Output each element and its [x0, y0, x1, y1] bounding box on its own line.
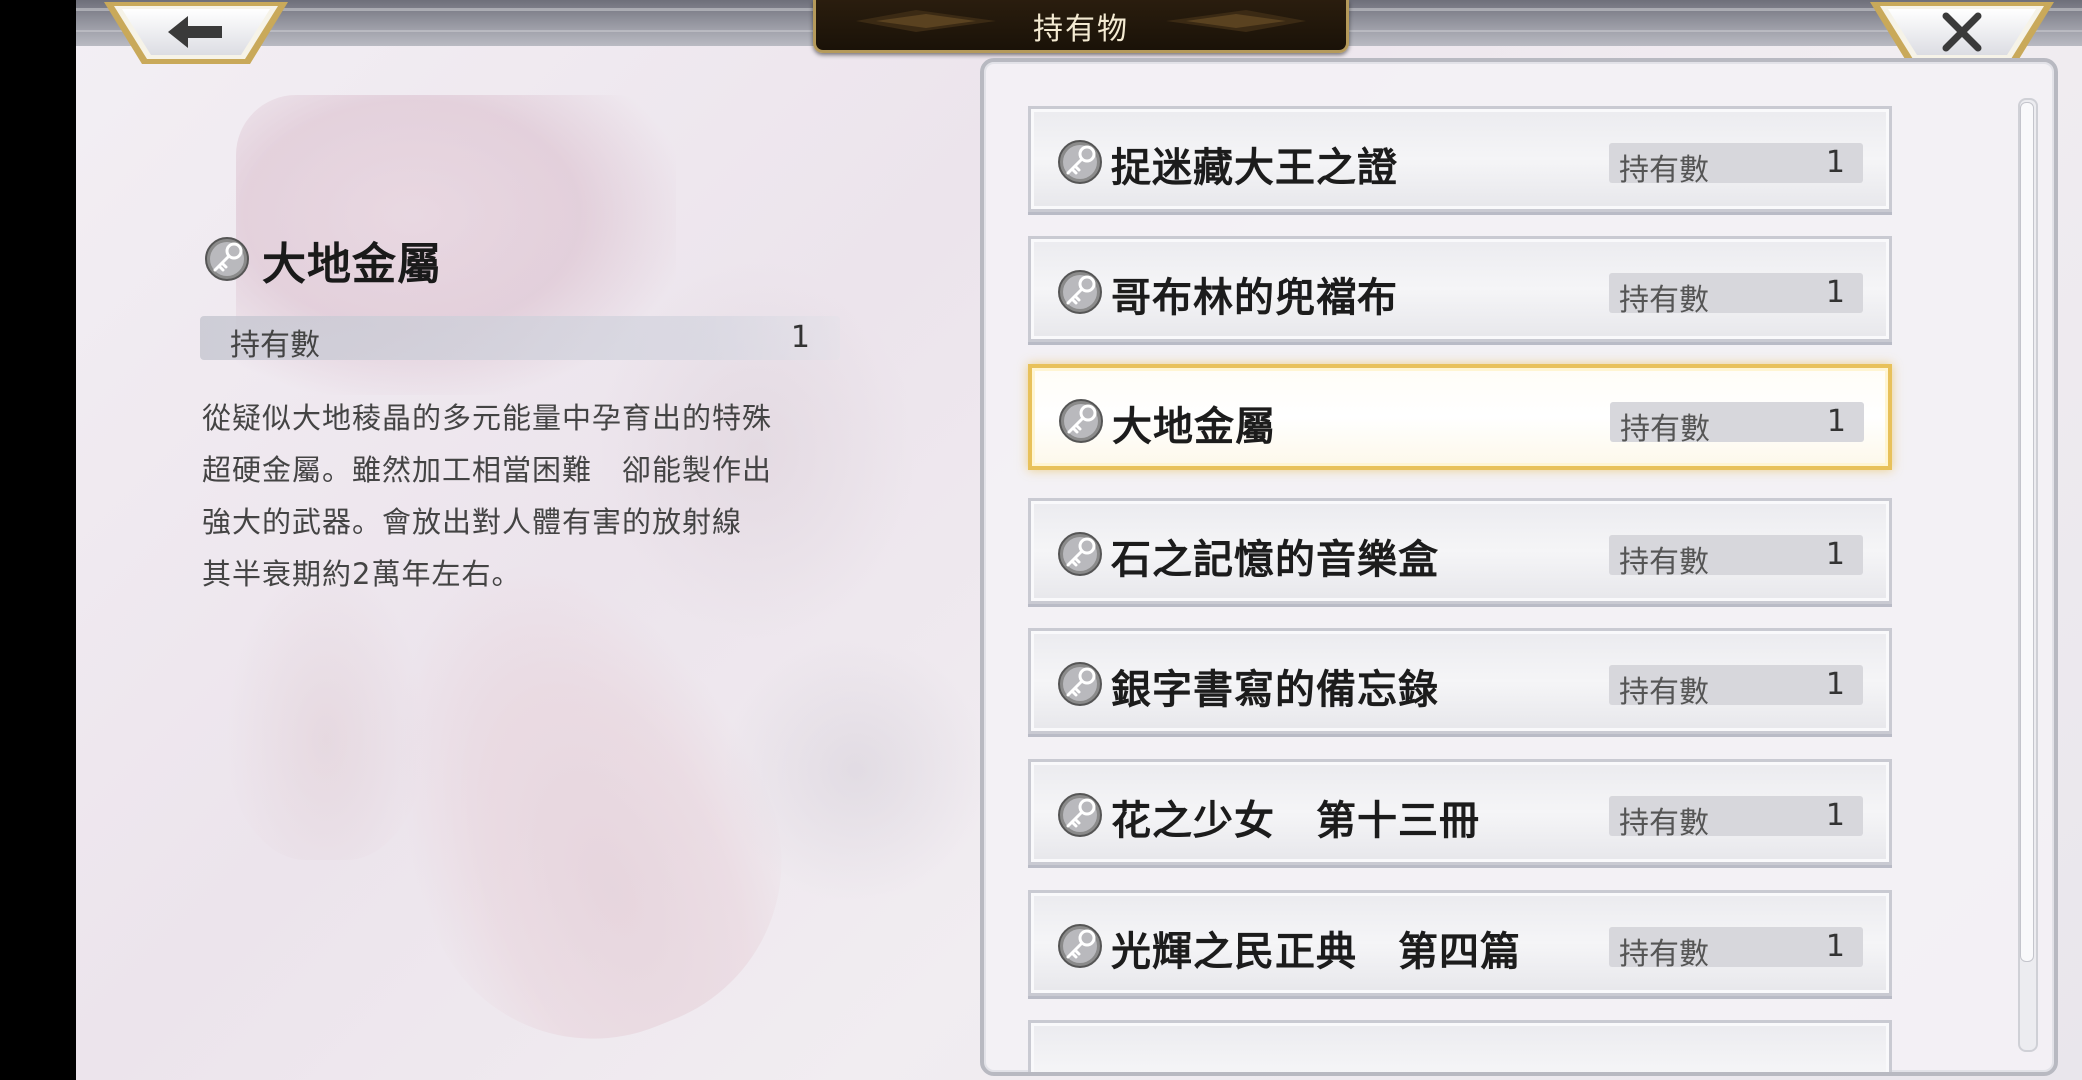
count-value: 1: [1826, 404, 1846, 439]
list-item-count-box: 持有數 1: [1609, 796, 1863, 841]
count-label: 持有數: [1619, 283, 1709, 318]
title-plate: 持有物: [813, 0, 1349, 53]
list-item-name: 捉迷藏大王之證: [1111, 144, 1398, 191]
count-label: 持有數: [1620, 412, 1710, 447]
list-item-name: 光輝之民正典 第四篇: [1111, 928, 1521, 975]
list-item-count-box: 持有數 1: [1610, 402, 1864, 447]
key-icon: [1058, 270, 1102, 314]
list-item[interactable]: 花之少女 第十三冊 持有數 1: [1028, 759, 1892, 865]
list-item-partial[interactable]: [1028, 1020, 1892, 1072]
back-button[interactable]: [100, 0, 292, 66]
key-icon: [1058, 532, 1102, 576]
list-item-count-box: 持有數 1: [1609, 143, 1863, 188]
count-value: 1: [1825, 537, 1845, 572]
item-list-panel: 捉迷藏大王之證 持有數 1 哥布林的兜襠布 持有數 1 大地金屬 持有數 1 石…: [980, 58, 2058, 1076]
selected-item-name: 大地金屬: [262, 239, 442, 290]
key-icon: [1059, 399, 1103, 443]
list-item-count-box: 持有數 1: [1609, 927, 1863, 972]
scrollbar-thumb[interactable]: [2020, 102, 2034, 962]
count-value: 1: [790, 320, 810, 355]
selected-item-count-bar: 持有數 1: [200, 316, 840, 363]
game-screen: 持有物 大地金屬 持有數 1 從疑似大地稜晶的多元能量中孕育出的特殊 超硬金屬。…: [76, 0, 2082, 1080]
description-line: 其半衰期約2萬年左右。: [202, 557, 522, 591]
count-value: 1: [1825, 798, 1845, 833]
key-icon: [1058, 793, 1102, 837]
list-item-name: 哥布林的兜襠布: [1111, 274, 1398, 321]
count-value: 1: [1825, 929, 1845, 964]
list-item[interactable]: 捉迷藏大王之證 持有數 1: [1028, 106, 1892, 212]
count-label: 持有數: [1619, 806, 1709, 841]
key-icon: [1058, 662, 1102, 706]
list-item[interactable]: 哥布林的兜襠布 持有數 1: [1028, 236, 1892, 342]
list-item-count-box: 持有數 1: [1609, 535, 1863, 580]
description-line: 從疑似大地稜晶的多元能量中孕育出的特殊: [202, 401, 773, 435]
list-item-name: 銀字書寫的備忘錄: [1111, 666, 1439, 713]
key-icon: [1058, 924, 1102, 968]
list-item[interactable]: 銀字書寫的備忘錄 持有數 1: [1028, 628, 1892, 734]
close-icon: [1942, 12, 1982, 52]
page-title: 持有物: [1033, 12, 1129, 47]
count-label: 持有數: [1619, 937, 1709, 972]
list-item-count-box: 持有數 1: [1609, 273, 1863, 318]
list-item-name: 石之記憶的音樂盒: [1111, 536, 1439, 583]
count-label: 持有數: [230, 328, 320, 363]
list-item-selected[interactable]: 大地金屬 持有數 1: [1028, 364, 1892, 470]
background-books-art: [726, 640, 986, 900]
count-value: 1: [1825, 145, 1845, 180]
description-line: 強大的武器。會放出對人體有害的放射線: [202, 505, 743, 539]
list-item-name: 花之少女 第十三冊: [1111, 797, 1480, 844]
list-item-count-box: 持有數 1: [1609, 665, 1863, 710]
description-line: 超硬金屬。雖然加工相當困難 卻能製作出: [202, 453, 773, 487]
count-label: 持有數: [1619, 675, 1709, 710]
count-value: 1: [1825, 667, 1845, 702]
list-item-name: 大地金屬: [1112, 403, 1276, 450]
arrow-left-icon: [168, 16, 222, 48]
count-label: 持有數: [1619, 153, 1709, 188]
count-value: 1: [1825, 275, 1845, 310]
list-item[interactable]: 光輝之民正典 第四篇 持有數 1: [1028, 890, 1892, 996]
key-icon: [205, 237, 249, 281]
list-item[interactable]: 石之記憶的音樂盒 持有數 1: [1028, 498, 1892, 604]
background-lamp-art: [226, 560, 426, 860]
close-button[interactable]: [1866, 0, 2058, 66]
item-description: 從疑似大地稜晶的多元能量中孕育出的特殊 超硬金屬。雖然加工相當困難 卻能製作出 …: [202, 392, 862, 600]
count-label: 持有數: [1619, 545, 1709, 580]
key-icon: [1058, 140, 1102, 184]
